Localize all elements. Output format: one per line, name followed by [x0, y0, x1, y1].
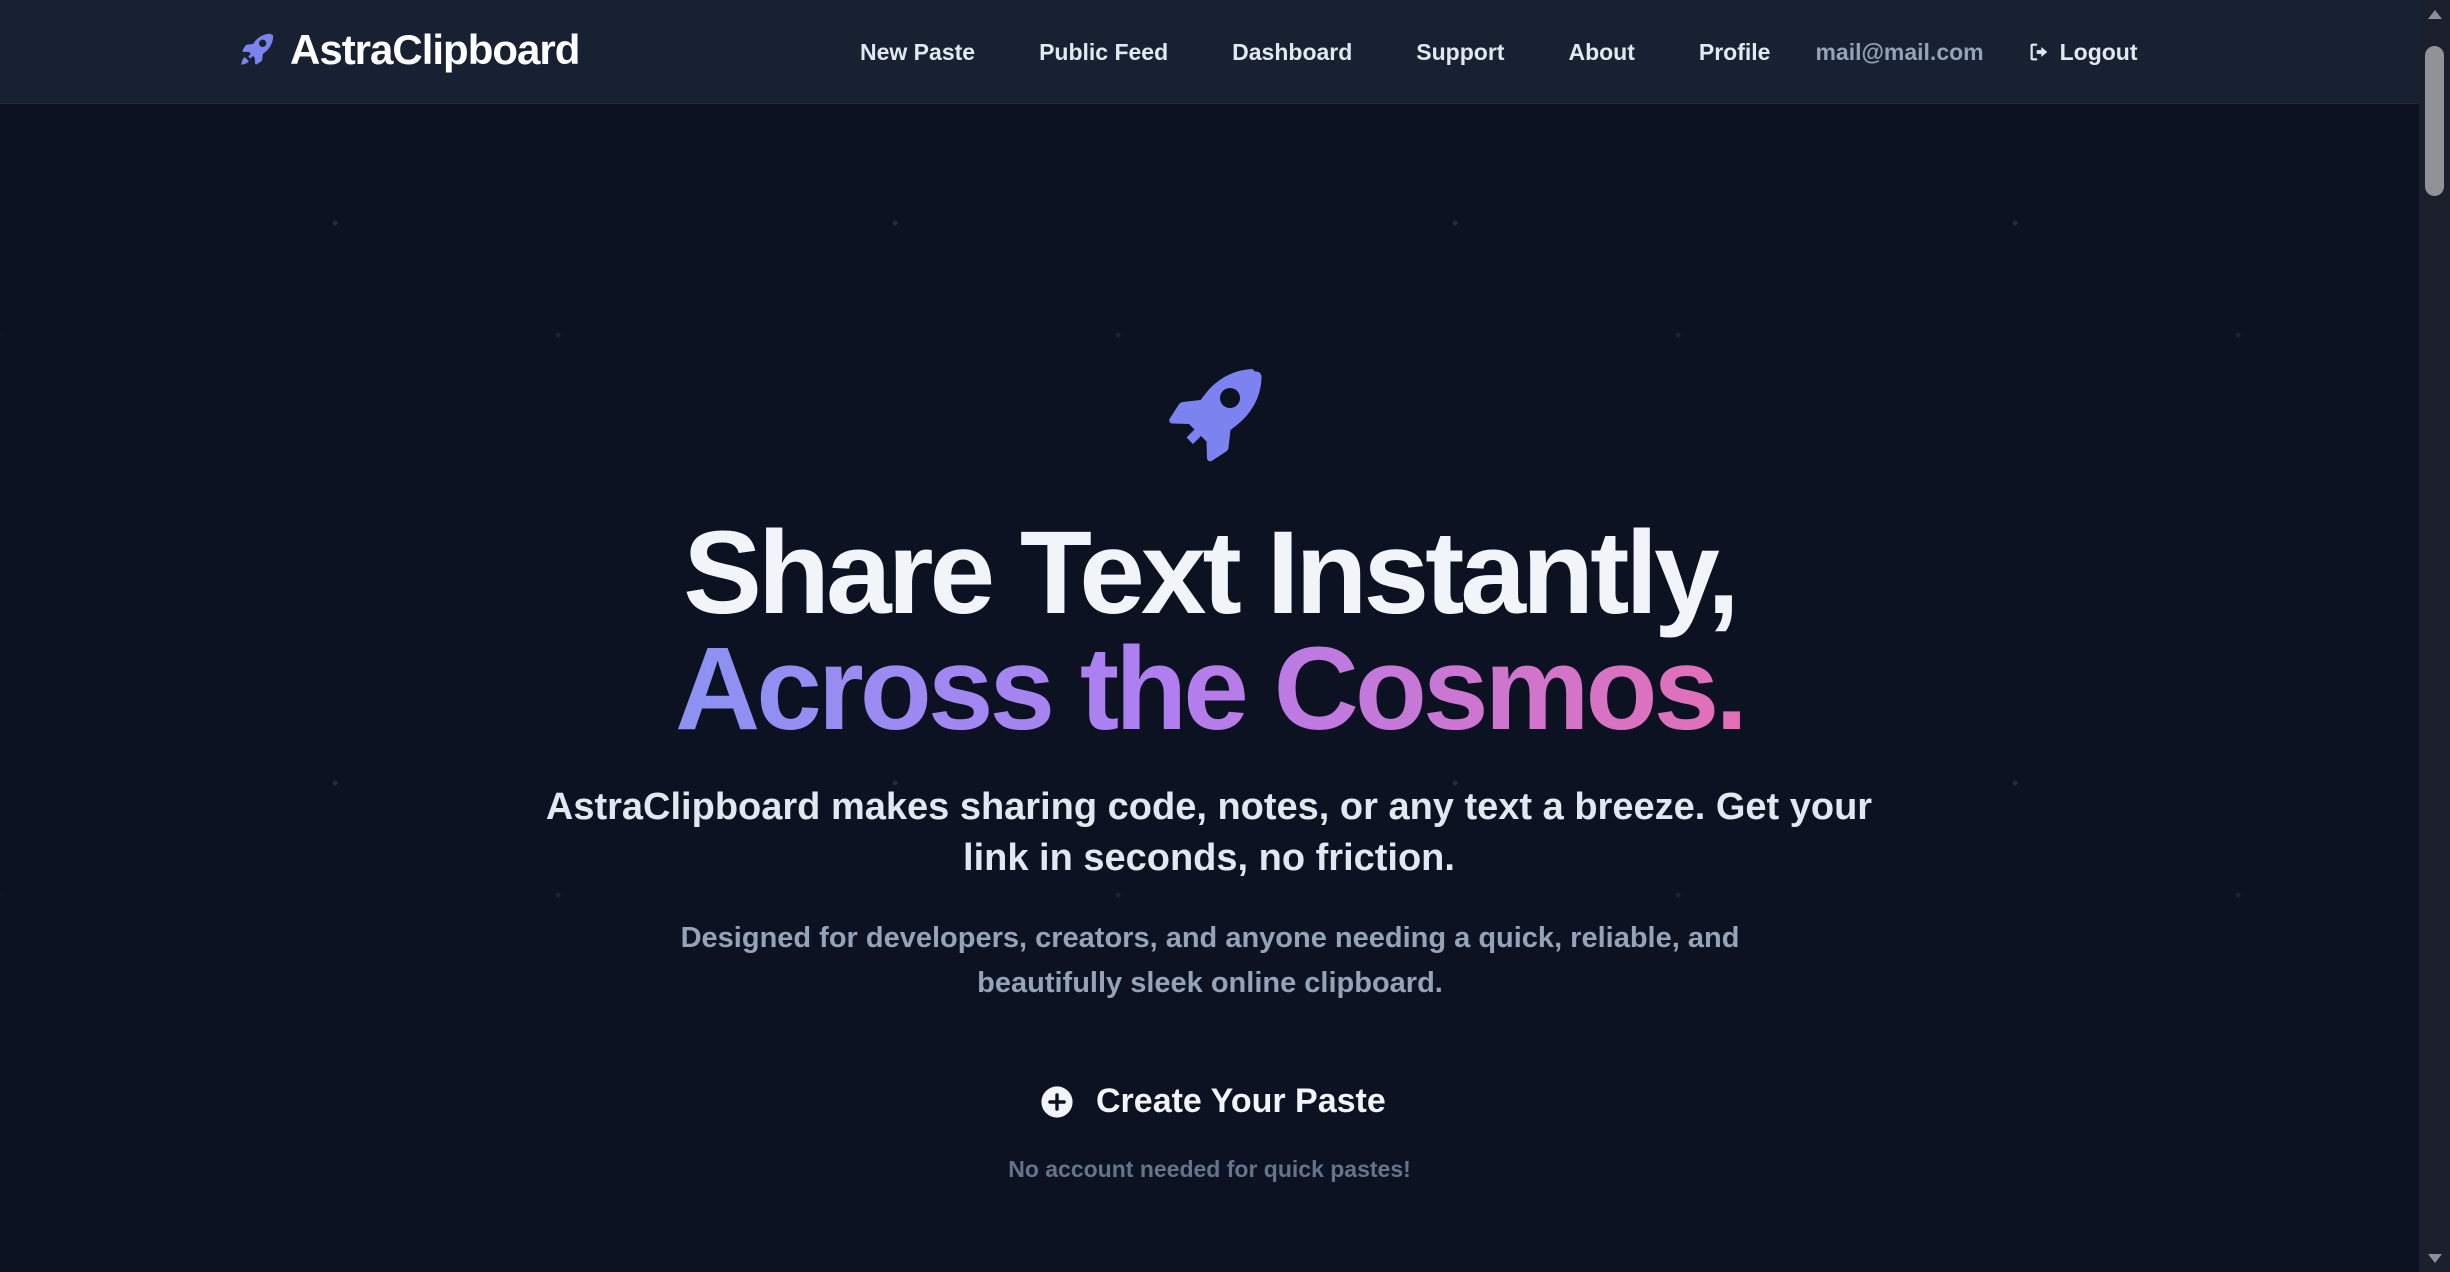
brand-name: AstraClipboard [290, 26, 580, 73]
create-paste-button[interactable]: Create Your Paste [1040, 1082, 1386, 1121]
rocket-icon [1150, 358, 1270, 478]
main-nav: New Paste Public Feed Dashboard Support … [860, 0, 2138, 104]
headline-gradient-text: Across the Cosmos. [675, 623, 1748, 755]
nav-profile[interactable]: Profile [1699, 39, 1771, 66]
vertical-scrollbar[interactable] [2419, 0, 2450, 1272]
logout-label: Logout [2059, 38, 2138, 65]
cta-note: No account needed for quick pastes! [1008, 1156, 1411, 1182]
hero-sublead: Designed for developers, creators, and a… [680, 922, 1740, 999]
nav-public-feed[interactable]: Public Feed [1039, 39, 1168, 66]
logout-icon [2028, 41, 2050, 63]
navbar: AstraClipboard New Paste Public Feed Das… [0, 0, 2419, 104]
create-paste-label: Create Your Paste [1096, 1082, 1386, 1120]
headline-line-1: Share Text Instantly, [683, 507, 1740, 639]
hero-lead: AstraClipboard makes sharing code, notes… [545, 786, 1873, 879]
rocket-icon [236, 30, 276, 70]
user-email: mail@mail.com [1815, 38, 1984, 65]
scrollbar-thumb[interactable] [2425, 46, 2444, 196]
page: AstraClipboard New Paste Public Feed Das… [0, 0, 2450, 1272]
nav-new-paste[interactable]: New Paste [860, 39, 975, 66]
logout-button[interactable]: Logout [2028, 39, 2138, 66]
nav-about[interactable]: About [1568, 39, 1634, 66]
brand-logo[interactable]: AstraClipboard [236, 26, 580, 74]
nav-support[interactable]: Support [1416, 39, 1504, 66]
nav-dashboard[interactable]: Dashboard [1232, 39, 1352, 66]
hero-section: Share Text Instantly, Across the Cosmos.… [0, 104, 2419, 1272]
plus-circle-icon [1040, 1085, 1074, 1119]
scroll-down-arrow[interactable] [2419, 1244, 2450, 1272]
scroll-up-arrow[interactable] [2419, 0, 2450, 28]
headline-line-2: Across the Cosmos. [0, 630, 2419, 748]
